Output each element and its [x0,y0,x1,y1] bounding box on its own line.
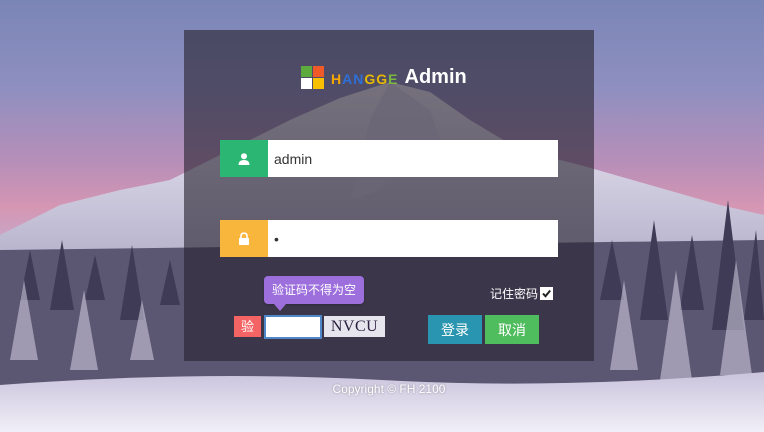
copyright-footer: Copyright © FH 2100 [332,382,446,396]
brand-letter: E [388,71,399,87]
remember-checkbox[interactable] [540,287,554,300]
brand-name: HANGGE [331,69,399,89]
captcha-label: 验 [234,316,261,337]
brand-title: Admin [404,66,467,88]
logo-square-yellow [313,77,324,89]
brand-letter: G [364,71,377,87]
captcha-error-tooltip: 验证码不得为空 [264,276,364,311]
brand-letter: A [342,71,354,87]
captcha-image[interactable]: NVCU [324,316,385,337]
password-field [220,220,558,257]
username-addon [220,140,268,177]
windows-logo-icon [301,65,324,89]
checkmark-icon [542,289,551,298]
brand-letter: H [331,71,343,87]
logo-square-red [313,65,324,77]
remember-label: 记住密码 [490,287,539,301]
user-icon [238,152,250,165]
remember-password[interactable]: 记住密码 [490,285,554,302]
cancel-button[interactable]: 取消 [485,315,539,344]
username-field [220,140,558,177]
password-addon [220,220,268,257]
brand-letter: G [376,71,389,87]
logo-square-green [301,65,312,77]
logo-square-white [301,77,312,89]
login-button[interactable]: 登录 [428,315,482,344]
captcha-input[interactable] [264,315,322,339]
login-panel: HANGGE Admin 记住密码 验证码不得为空 验 [184,30,594,361]
password-input[interactable] [268,220,554,257]
lock-icon [239,231,249,245]
logo: HANGGE Admin [301,65,467,89]
brand-letter: N [353,71,365,87]
username-input[interactable] [268,140,554,177]
